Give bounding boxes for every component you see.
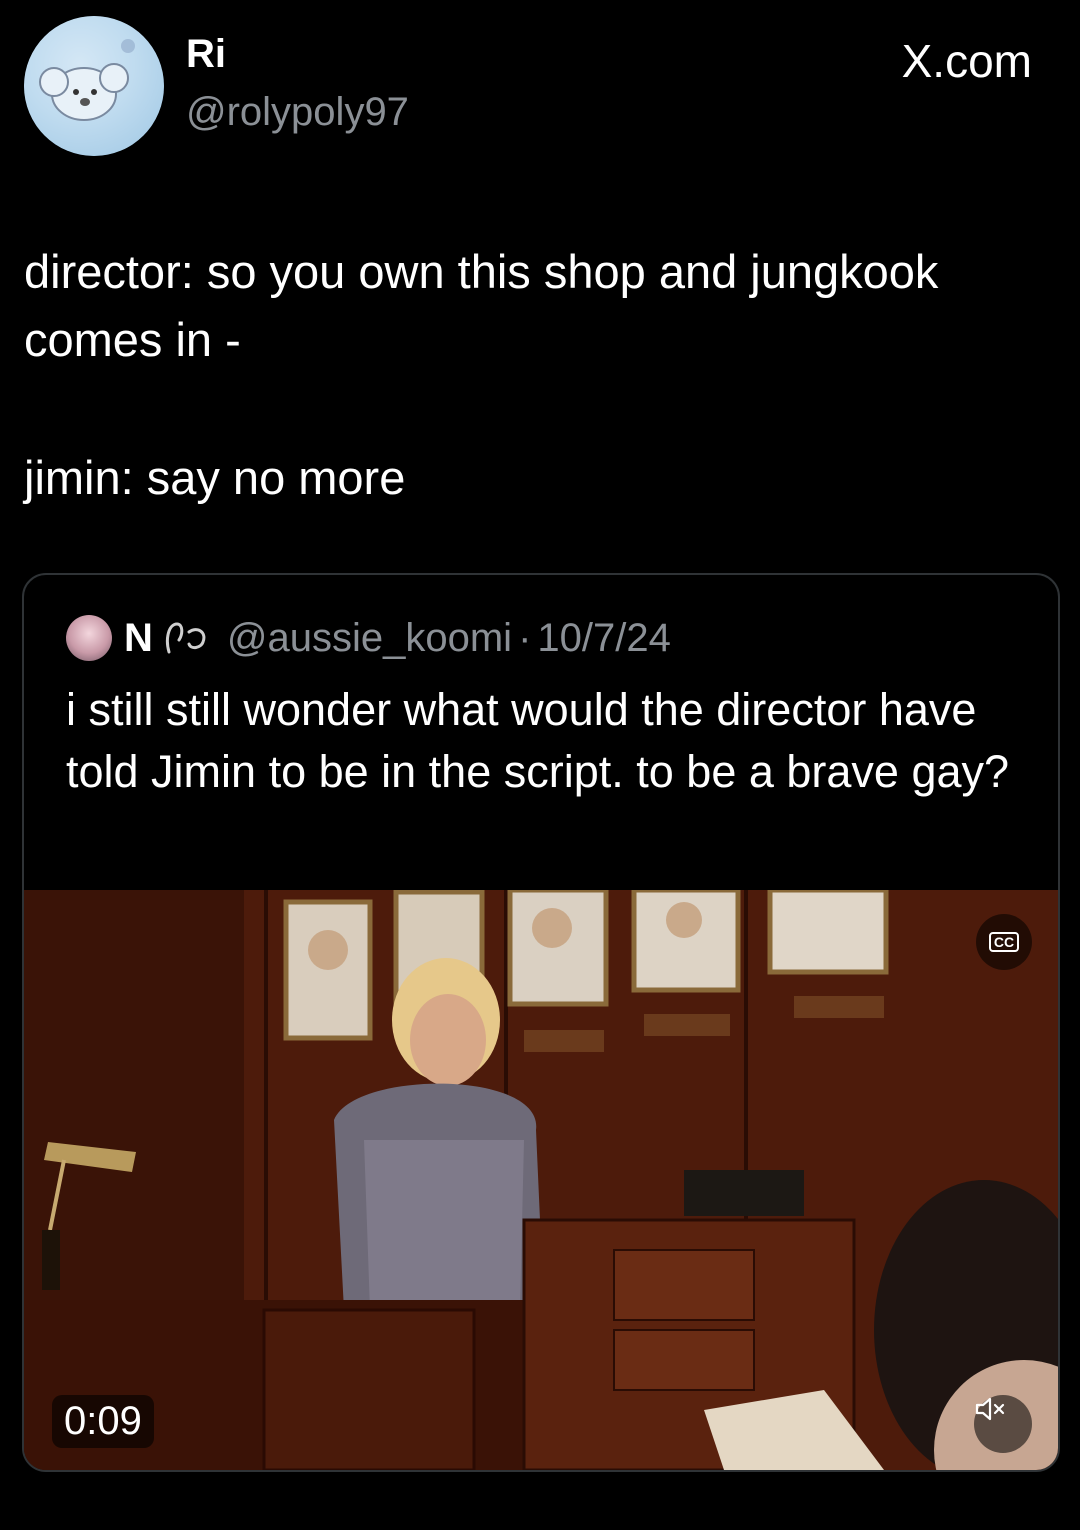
quoted-date[interactable]: 10/7/24 [537, 616, 670, 661]
separator-dot: · [518, 615, 532, 660]
quoted-handle[interactable]: @aussie_koomi [227, 616, 512, 661]
quoted-tweet-card[interactable]: N @aussie_koomi · 10/7/24 i still still … [22, 573, 1060, 1472]
quoted-display-name[interactable]: N [124, 616, 153, 661]
speaker-muted-icon [975, 1397, 1005, 1421]
mute-button[interactable] [974, 1395, 1032, 1453]
user-handle[interactable]: @rolypoly97 [186, 90, 409, 135]
tweet-line: jimin: say no more [24, 451, 406, 504]
tweet-line: director: so you own this shop and jungk… [24, 245, 939, 366]
quoted-avatar[interactable] [66, 615, 112, 661]
koala-avatar-icon [24, 16, 164, 156]
tweet-screenshot: Ri @rolypoly97 X.com director: so you ow… [0, 0, 1080, 1530]
profile-avatar[interactable] [24, 16, 164, 156]
closed-captions-button[interactable]: CC [976, 914, 1032, 970]
tweet-body: director: so you own this shop and jungk… [24, 238, 1064, 512]
quoted-tweet-text: i still still wonder what would the dire… [66, 684, 1010, 797]
video-frame [24, 890, 1058, 1470]
gesture-emoji-icon [165, 622, 206, 654]
closed-captions-icon: CC [988, 932, 1020, 952]
video-player[interactable]: CC 0:09 [24, 890, 1058, 1470]
display-name[interactable]: Ri [186, 32, 226, 77]
quoted-tweet-header: N @aussie_koomi · 10/7/24 [66, 615, 671, 661]
video-timestamp: 0:09 [52, 1395, 154, 1448]
site-watermark: X.com [901, 35, 1032, 87]
